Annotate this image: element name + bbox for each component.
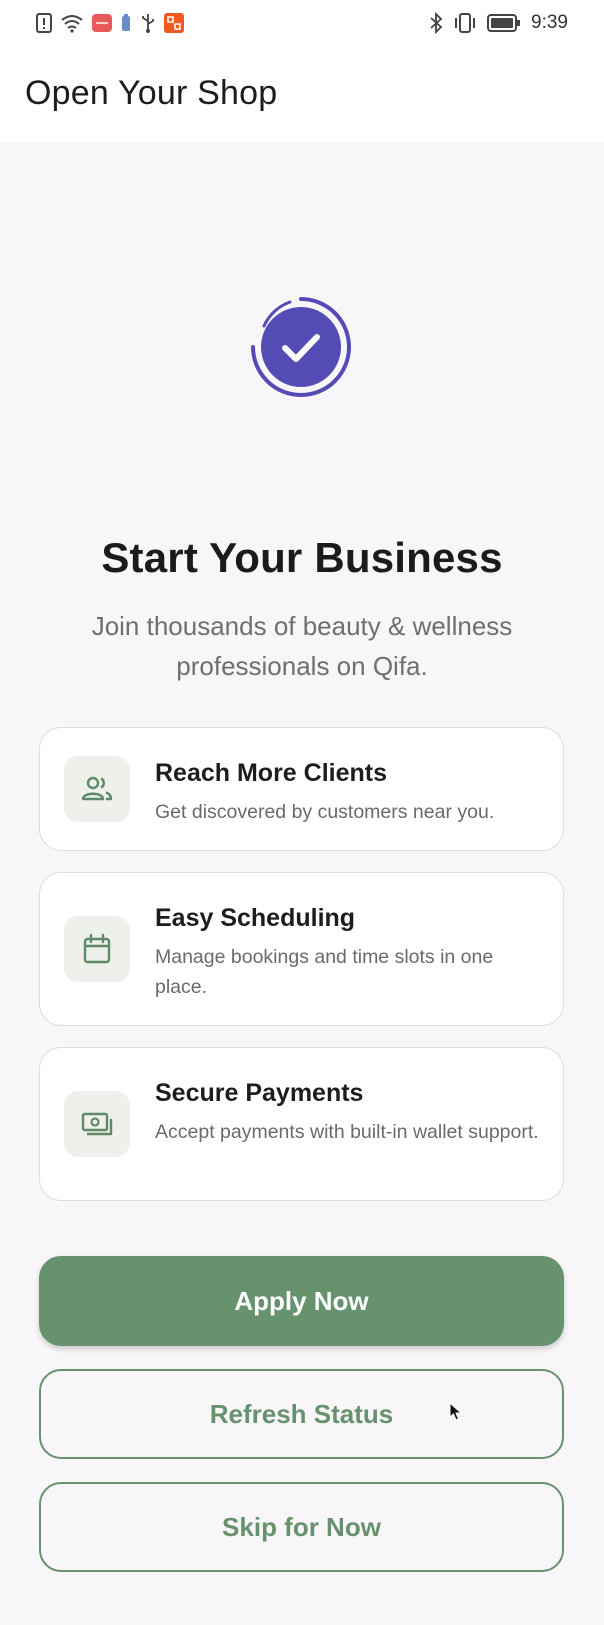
hero-subtitle: Join thousands of beauty & wellness prof…: [91, 611, 513, 681]
check-circle-icon: [251, 297, 351, 397]
feature-title: Secure Payments: [155, 1079, 364, 1107]
feature-description: Get discovered by customers near you.: [155, 801, 495, 823]
battery-icon: [487, 14, 521, 32]
vibrate-icon: [455, 13, 476, 33]
feature-description: Manage bookings and time slots in one pl…: [155, 946, 494, 998]
refresh-status-button[interactable]: Refresh Status: [39, 1369, 564, 1459]
app-notification-icon: [92, 14, 112, 32]
status-bar: 9:39: [0, 0, 604, 48]
feature-card-easy-scheduling: Easy Scheduling Manage bookings and time…: [39, 872, 564, 1026]
skip-for-now-button[interactable]: Skip for Now: [39, 1482, 564, 1572]
feature-title: Easy Scheduling: [155, 904, 356, 932]
status-time: 9:39: [531, 12, 568, 33]
feature-card-reach-clients: Reach More Clients Get discovered by cus…: [39, 727, 564, 851]
app-bar: Open Your Shop: [0, 48, 604, 142]
battery-saver-icon: [122, 14, 130, 31]
feature-card-secure-payments: Secure Payments Accept payments with bui…: [39, 1047, 564, 1201]
page-title: Open Your Shop: [25, 74, 278, 112]
mouse-cursor-icon: [449, 1402, 463, 1421]
bluetooth-icon: [430, 12, 443, 34]
payments-icon: [64, 1091, 130, 1157]
apply-now-button[interactable]: Apply Now: [39, 1256, 564, 1346]
feature-title: Reach More Clients: [155, 759, 388, 787]
status-bar-right: 9:39: [429, 12, 568, 34]
app-icon: [164, 13, 184, 33]
alert-icon: [36, 13, 52, 33]
wifi-icon: [61, 15, 83, 33]
status-bar-left: [36, 13, 184, 33]
feature-description: Accept payments with built-in wallet sup…: [155, 1121, 539, 1143]
usb-icon: [142, 14, 154, 33]
people-icon: [64, 756, 130, 822]
hero-title: Start Your Business: [101, 534, 503, 581]
calendar-icon: [64, 916, 130, 982]
